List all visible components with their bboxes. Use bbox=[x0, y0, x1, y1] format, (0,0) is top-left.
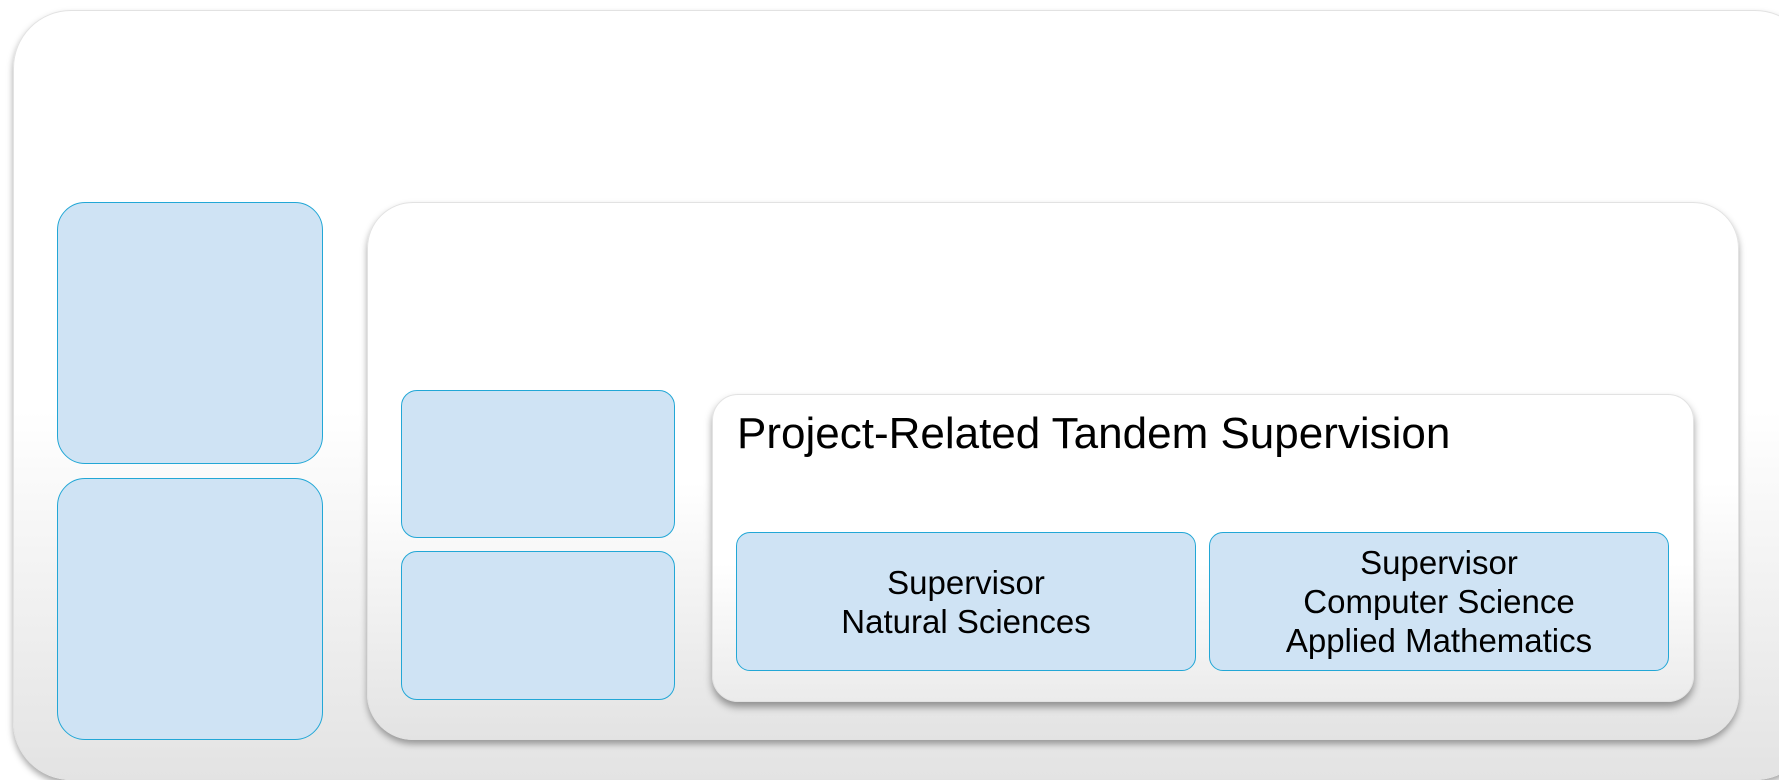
tandem-title: Project-Related Tandem Supervision bbox=[737, 409, 1451, 458]
supervisor-line: Natural Sciences bbox=[841, 602, 1091, 640]
left-box-bottom bbox=[57, 478, 323, 740]
supervisor-line: Supervisor bbox=[887, 563, 1045, 601]
middle-box-top bbox=[401, 390, 675, 538]
supervisor-line: Computer Science bbox=[1303, 583, 1575, 620]
supervisor-line: Supervisor bbox=[1360, 544, 1518, 581]
left-box-top bbox=[57, 202, 323, 464]
supervisor-natural-sciences-box: Supervisor Natural Sciences bbox=[736, 532, 1196, 671]
supervisor-computer-science-box: Supervisor Computer Science Applied Math… bbox=[1209, 532, 1669, 671]
supervisor-line: Applied Mathematics bbox=[1285, 622, 1593, 659]
middle-box-bottom bbox=[401, 551, 675, 700]
